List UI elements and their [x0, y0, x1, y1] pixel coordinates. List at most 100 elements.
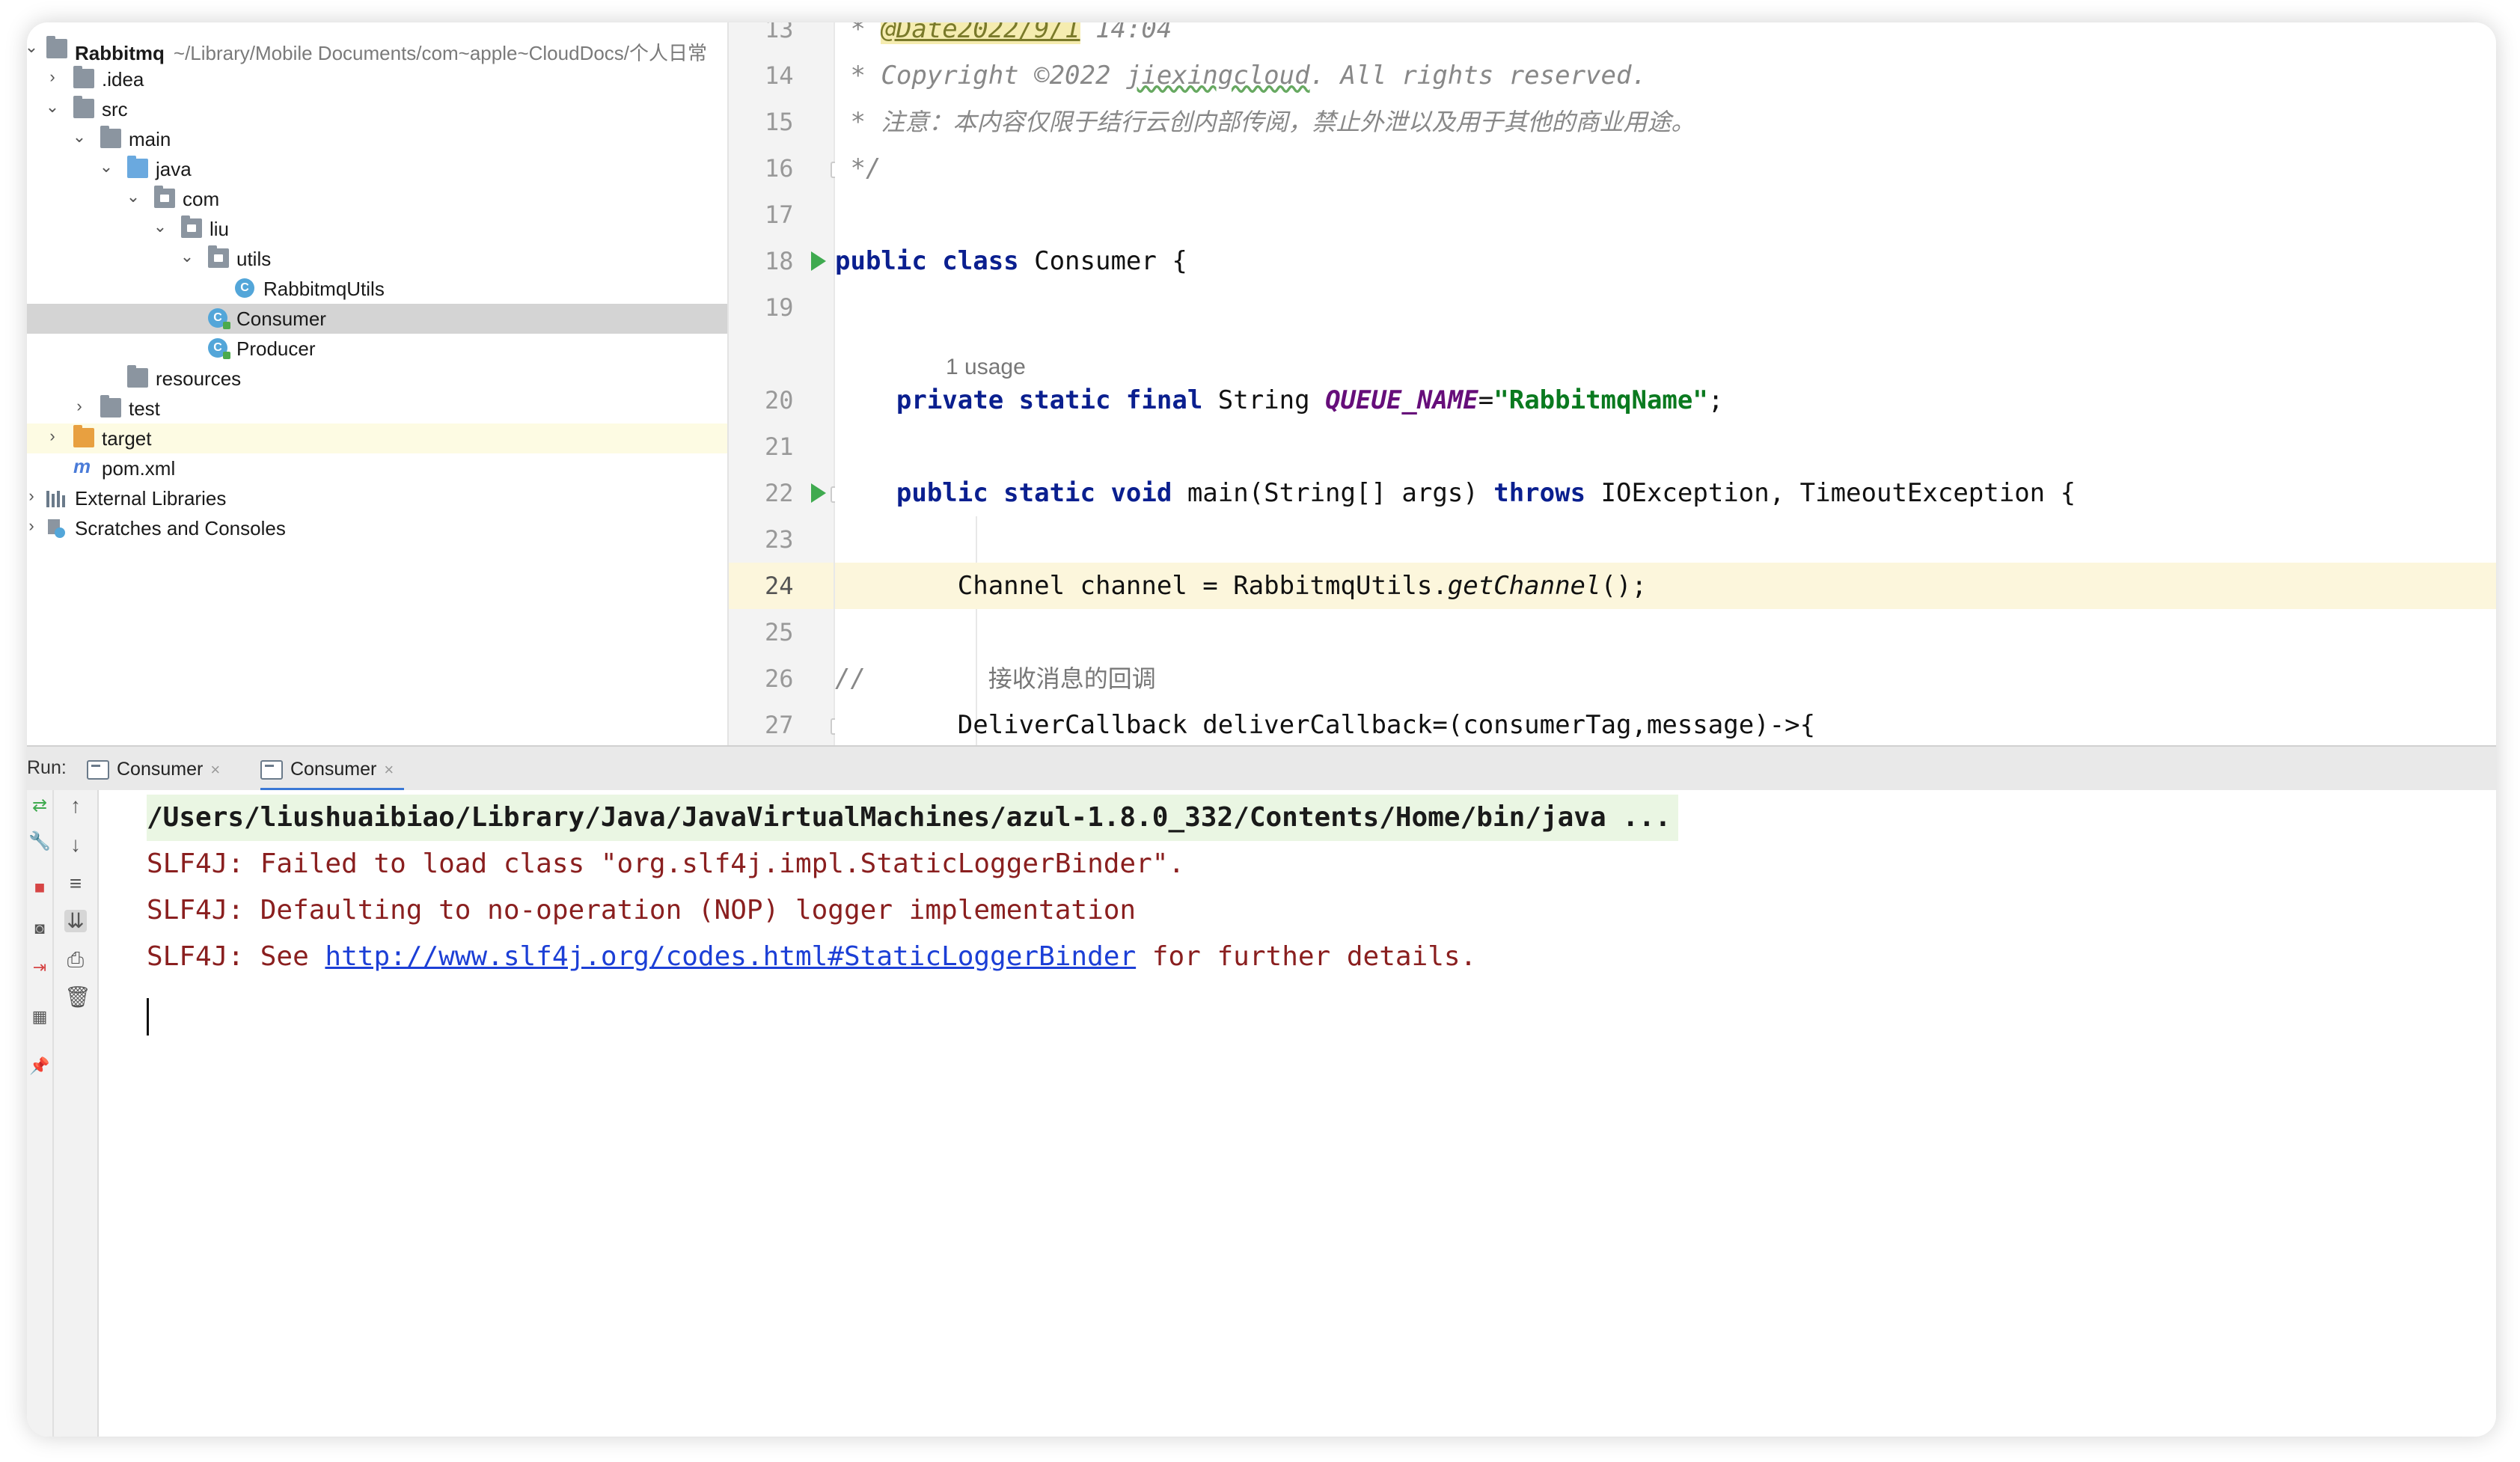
line-number: 13 [765, 22, 794, 43]
line-number: 23 [765, 525, 794, 554]
trash-icon[interactable]: 🗑 [64, 986, 91, 1009]
code-line: private static final String QUEUE_NAME="… [896, 385, 1724, 415]
tree-item-label: com [183, 188, 220, 210]
run-toolbar-left: ⇄ 🔧 ■ ◙ ⇥ ▦ 📌 [27, 790, 54, 1437]
line-number: 22 [729, 470, 845, 516]
tree-item-root[interactable]: ⌄ Rabbitmq ~/Library/Mobile Documents/com… [27, 34, 727, 64]
run-gutter-icon[interactable] [811, 483, 826, 503]
line-number: 14 [765, 61, 794, 90]
tree-item-utils[interactable]: ⌄ utils [27, 244, 727, 274]
folder-icon [73, 96, 94, 118]
line-number: 24 [729, 563, 834, 609]
pin-icon[interactable]: 📌 [28, 1055, 51, 1077]
chevron-right-icon[interactable]: › [43, 67, 61, 90]
layout-icon[interactable]: ▦ [28, 1006, 51, 1028]
chevron-down-icon[interactable]: ⌄ [43, 97, 61, 120]
console-tab-icon [260, 760, 283, 780]
run-tab-consumer-2[interactable]: Consumer × [260, 754, 405, 792]
run-label: Run: [27, 757, 67, 778]
tree-item-label: Scratches and Consoles [75, 517, 286, 539]
stop-icon[interactable]: ■ [28, 877, 51, 899]
soft-wrap-icon[interactable]: ≡ [64, 872, 87, 895]
tab-label: Consumer [117, 759, 204, 780]
code-editor[interactable]: * @Date2022/9/1 14:04 * Copyright ©2022 … [835, 22, 2496, 745]
run-tool-window-header: Run: Consumer × Consumer × [27, 745, 2496, 792]
chevron-right-icon[interactable]: › [27, 516, 40, 539]
tab-label: Consumer [290, 759, 377, 780]
tree-item-src[interactable]: ⌄ src [27, 94, 727, 124]
library-icon [46, 488, 67, 507]
chevron-down-icon[interactable]: ⌄ [124, 187, 142, 209]
tree-item-test[interactable]: › test [27, 394, 727, 423]
chevron-down-icon[interactable]: ⌄ [97, 157, 115, 180]
code-line: */ [835, 153, 881, 183]
chevron-down-icon[interactable]: ⌄ [151, 217, 169, 239]
console-output[interactable]: /Users/liushuaibiao/Library/Java/JavaVir… [99, 790, 2496, 1437]
runnable-class-icon: C [208, 338, 230, 359]
tree-item-label: test [129, 397, 160, 420]
console-line: SLF4J: Defaulting to no-operation (NOP) … [147, 895, 1137, 926]
code-line: * 注意：本内容仅限于结行云创内部传阅，禁止外泄以及用于其他的商业用途。 [835, 107, 1695, 137]
tree-item-label: main [129, 128, 171, 150]
tree-item-pom[interactable]: m pom.xml [27, 453, 727, 483]
slf4j-link[interactable]: http://www.slf4j.org/codes.html#StaticLo… [325, 941, 1136, 972]
tree-item-main[interactable]: ⌄ main [27, 124, 727, 154]
text-caret [147, 998, 149, 1036]
tree-item-scratches[interactable]: › Scratches and Consoles [27, 513, 727, 543]
tree-item-resources[interactable]: resources [27, 364, 727, 394]
print-icon[interactable]: ⎙ [64, 949, 87, 971]
code-line-current: Channel channel = RabbitmqUtils.getChann… [835, 563, 2496, 609]
tree-item-target[interactable]: › target [27, 423, 727, 453]
resources-folder-icon [127, 365, 148, 388]
chevron-right-icon[interactable]: › [43, 426, 61, 449]
arrow-up-icon[interactable]: ↑ [64, 795, 87, 817]
code-line: public class Consumer { [835, 246, 1187, 276]
chevron-right-icon[interactable]: › [27, 486, 40, 509]
chevron-right-icon[interactable]: › [70, 397, 88, 419]
arrow-down-icon[interactable]: ↓ [64, 834, 87, 856]
console-toolbar: ↑ ↓ ≡ ⇊ ⎙ 🗑 [54, 790, 99, 1437]
close-icon[interactable]: × [210, 760, 220, 779]
line-number: 19 [765, 293, 794, 322]
tree-item-label: src [102, 98, 128, 120]
console-line: SLF4J: See http://www.slf4j.org/codes.ht… [147, 941, 1477, 972]
tree-item-liu[interactable]: ⌄ liu [27, 214, 727, 244]
module-folder-icon [46, 36, 67, 58]
scratches-icon [46, 518, 67, 538]
tree-item-label: target [102, 427, 152, 450]
tree-item-label: liu [210, 218, 230, 240]
run-gutter-icon[interactable] [811, 251, 826, 271]
tree-item-rabbitmqutils[interactable]: C RabbitmqUtils [27, 274, 727, 304]
chevron-down-icon[interactable]: ⌄ [27, 37, 40, 60]
excluded-folder-icon [73, 425, 94, 447]
line-number: 16 [729, 145, 845, 192]
tree-item-com[interactable]: ⌄ com [27, 184, 727, 214]
chevron-down-icon[interactable]: ⌄ [70, 127, 88, 150]
line-number: 15 [765, 108, 794, 136]
code-line: * Copyright ©2022 jiexingcloud. All righ… [835, 61, 1647, 91]
folder-icon [100, 126, 121, 148]
rerun-icon[interactable]: ⇄ [28, 795, 51, 817]
code-line: * @Date2022/9/1 14:04 [835, 22, 2496, 52]
tree-item-label: utils [236, 248, 272, 270]
exit-icon[interactable]: ⇥ [28, 956, 51, 979]
tree-item-consumer[interactable]: C Consumer [27, 304, 727, 334]
project-root-name: Rabbitmq [75, 42, 165, 64]
tree-item-label: resources [156, 367, 242, 390]
tree-item-producer[interactable]: C Producer [27, 334, 727, 364]
run-tab-consumer-1[interactable]: Consumer × [87, 754, 220, 784]
line-number: 20 [765, 386, 794, 415]
tree-item-external-libraries[interactable]: › External Libraries [27, 483, 727, 513]
close-icon[interactable]: × [384, 760, 394, 779]
tree-item-java[interactable]: ⌄ java [27, 154, 727, 184]
tree-item-idea[interactable]: › .idea [27, 64, 727, 94]
chevron-down-icon[interactable]: ⌄ [178, 247, 196, 269]
line-number: 21 [765, 432, 794, 461]
wrench-icon[interactable]: 🔧 [28, 831, 51, 853]
maven-icon: m [73, 455, 91, 477]
scroll-to-end-icon[interactable]: ⇊ [64, 910, 87, 932]
tree-item-label: RabbitmqUtils [263, 278, 385, 300]
console-line: SLF4J: Failed to load class "org.slf4j.i… [147, 848, 1185, 879]
camera-icon[interactable]: ◙ [28, 917, 51, 940]
tree-item-label: Producer [236, 337, 316, 360]
